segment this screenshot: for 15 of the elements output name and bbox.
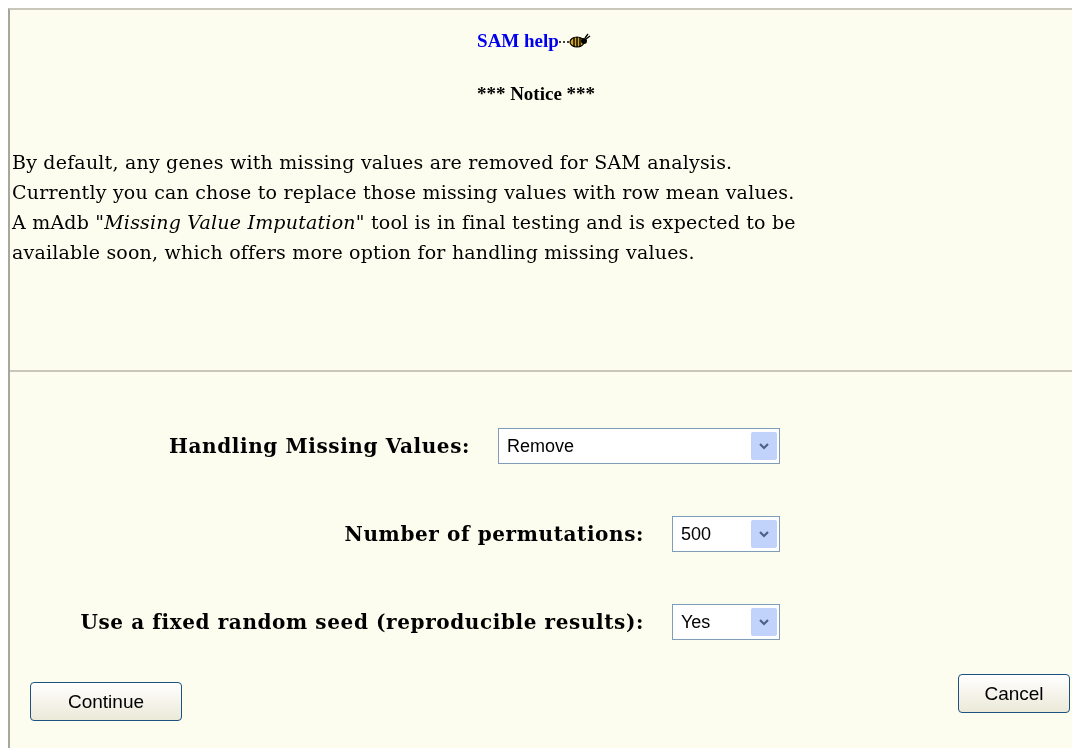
cancel-button[interactable]: Cancel <box>958 674 1070 713</box>
field-label: Use a fixed random seed (reproducible results): <box>80 610 644 634</box>
notice-text: available soon, which offers more option for handling missing values. <box>12 240 695 265</box>
field-label: Handling Missing Values: <box>169 434 470 458</box>
dropdown-field[interactable]: Yes <box>672 604 780 640</box>
dropdown-field[interactable]: 500 <box>672 516 780 552</box>
continue-button[interactable]: Continue <box>30 682 182 721</box>
help-link[interactable]: SAM help <box>477 30 559 52</box>
notice-heading: *** Notice *** <box>476 83 596 105</box>
dropdown-field[interactable]: Remove <box>498 428 780 464</box>
notice-text: A mAdb "Missing Value Imputation" tool is in final testing and is expected to be <box>12 210 796 235</box>
bee-icon <box>558 32 591 48</box>
field-label: Number of permutations: <box>344 522 644 546</box>
notice-text: Currently you can chose to replace those missing values with row mean values. <box>12 180 795 205</box>
notice-text: By default, any genes with missing values are removed for SAM analysis. <box>12 150 733 175</box>
